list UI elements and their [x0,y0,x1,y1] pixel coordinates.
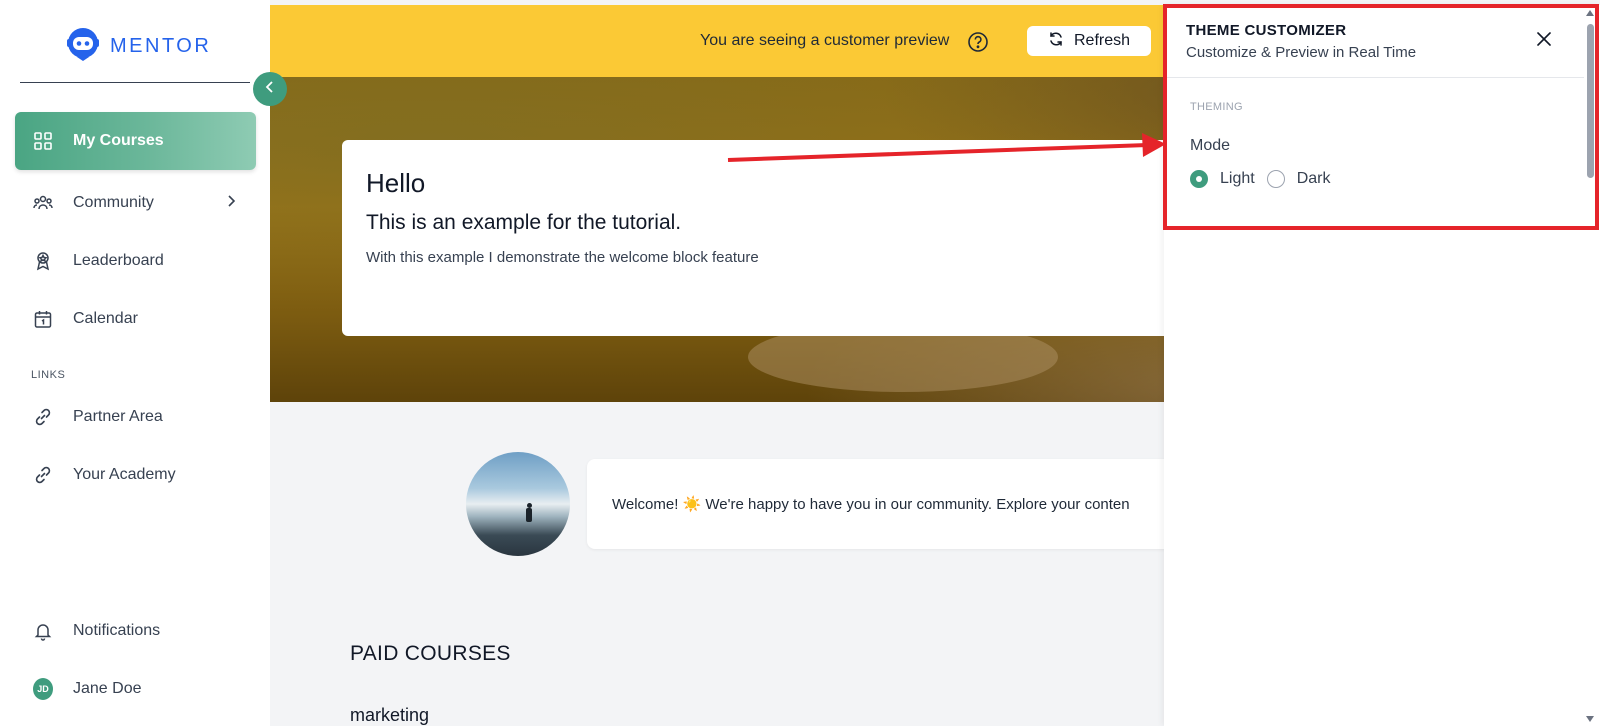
refresh-label: Refresh [1073,32,1131,49]
paid-courses-heading: PAID COURSES [350,642,511,665]
hero-card: Hello This is an example for the tutoria… [342,140,1192,336]
light-mode-label[interactable]: Light [1220,170,1255,188]
brand-name: MENTOR [110,35,212,57]
close-icon [1537,31,1551,51]
sidebar-item-label: Jane Doe [73,680,142,697]
bell-icon [33,621,53,641]
sidebar-item-your-academy[interactable]: Your Academy [15,446,256,504]
hero-title: Hello [366,168,426,198]
sidebar-item-partner-area[interactable]: Partner Area [15,388,256,446]
avatar-figure [526,508,532,522]
sidebar-item-label: Your Academy [73,466,176,483]
chevron-right-icon [226,194,236,213]
brand-logo[interactable]: MENTOR [64,26,211,67]
customizer-title: THEME CUSTOMIZER [1186,22,1347,39]
sidebar-item-community[interactable]: Community [15,174,256,232]
sidebar-item-my-courses[interactable]: My Courses [15,112,256,170]
welcome-message: Welcome! ☀️ We're happy to have you in o… [612,496,1130,513]
sidebar-item-notifications[interactable]: Notifications [15,602,256,660]
links-section-label: LINKS [31,369,66,381]
sidebar-item-label: Calendar [73,310,138,327]
sidebar-item-label: Notifications [73,622,161,639]
link-icon [33,465,53,485]
dark-mode-radio[interactable] [1266,170,1285,188]
scroll-down-icon [1586,716,1594,722]
avatar: JD [33,678,53,700]
sidebar-item-label: Leaderboard [73,252,164,269]
mode-radio-group: Light Dark [1190,170,1342,188]
robot-icon [64,26,102,67]
logo-divider [20,82,250,83]
course-category-heading: marketing [350,705,430,725]
community-avatar-image [466,452,570,556]
light-mode-radio[interactable] [1190,170,1208,188]
help-icon[interactable] [967,31,989,58]
customizer-scrollbar[interactable] [1584,8,1596,724]
sidebar-item-label: My Courses [73,132,164,149]
sidebar-item-label: Community [73,194,154,211]
refresh-button[interactable]: Refresh [1027,26,1151,56]
dark-mode-label[interactable]: Dark [1297,170,1331,188]
customizer-subtitle: Customize & Preview in Real Time [1186,44,1417,61]
sidebar-item-label: Partner Area [73,408,163,425]
sidebar: MENTOR My Courses Community Leaderboard … [0,0,270,726]
link-icon [33,407,53,427]
mode-label: Mode [1190,137,1231,154]
close-customizer-button[interactable] [1534,31,1554,51]
award-icon [33,251,53,271]
app-root: MENTOR My Courses Community Leaderboard … [0,0,1600,726]
preview-notice: You are seeing a customer preview [700,32,950,49]
grid-icon [33,131,53,151]
sidebar-item-calendar[interactable]: Calendar [15,290,256,348]
customizer-header: THEME CUSTOMIZER Customize & Preview in … [1164,5,1584,78]
people-icon [33,193,53,213]
scrollbar-thumb[interactable] [1587,24,1594,178]
theming-section-label: THEMING [1190,101,1243,113]
scroll-up-icon [1586,10,1594,16]
chevron-left-icon [264,80,276,99]
hero-description: With this example I demonstrate the welc… [366,249,759,266]
refresh-icon [1048,31,1064,52]
hero-subtitle: This is an example for the tutorial. [366,211,682,234]
sidebar-item-profile[interactable]: JD Jane Doe [15,660,256,718]
calendar-icon [33,309,53,329]
avatar-initials: JD [33,678,53,700]
theme-customizer-panel: THEME CUSTOMIZER Customize & Preview in … [1164,5,1600,726]
collapse-sidebar-button[interactable] [253,72,287,106]
sidebar-item-leaderboard[interactable]: Leaderboard [15,232,256,290]
welcome-message-card: Welcome! ☀️ We're happy to have you in o… [587,459,1227,549]
